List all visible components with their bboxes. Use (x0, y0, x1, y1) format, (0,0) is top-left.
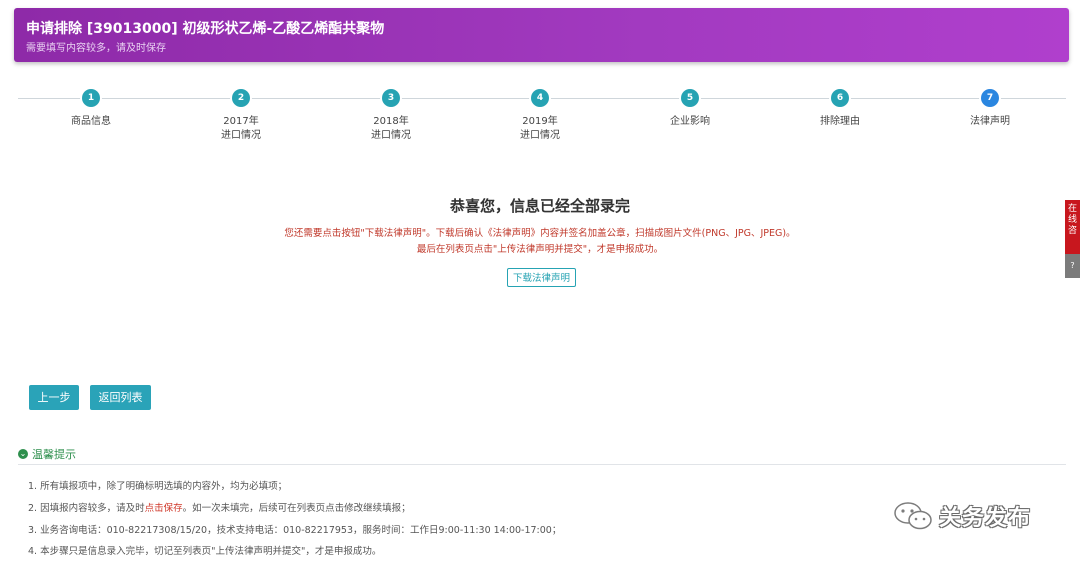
online-consult-tab[interactable]: 在线咨 (1065, 200, 1080, 254)
tips-divider (18, 464, 1066, 465)
tip-highlight-save: 点击保存 (144, 503, 183, 514)
tip-line-2-start: 2. 因填报内容较多，请及时 (28, 503, 145, 514)
step-number: 6 (831, 89, 849, 107)
step-label: 商品信息 (71, 116, 111, 127)
step-label: 2017年 进口情况 (221, 116, 261, 141)
step-5[interactable]: 5 企业影响 (630, 89, 750, 129)
help-tab-label: ? (1070, 261, 1075, 270)
previous-step-button[interactable]: 上一步 (29, 385, 79, 410)
tip-line-1: 1. 所有填报项中，除了明确标明选填的内容外，均为必填项； (28, 481, 288, 492)
chevron-down-circle-icon: ⌄ (18, 449, 28, 459)
step-6[interactable]: 6 排除理由 (780, 89, 900, 129)
step-2[interactable]: 2 2017年 进口情况 (181, 89, 301, 143)
completion-title: 恭喜您，信息已经全部录完 (449, 197, 630, 215)
step-4[interactable]: 4 2019年 进口情况 (480, 89, 600, 143)
step-3[interactable]: 3 2018年 进口情况 (331, 89, 451, 143)
step-number: 3 (382, 89, 400, 107)
tips-header: ⌄ 温馨提示 (18, 446, 76, 462)
page-header: 申请排除 [39013000] 初级形状乙烯-乙酸乙烯酯共聚物 需要填写内容较多… (14, 8, 1069, 62)
step-label: 企业影响 (670, 116, 710, 127)
completion-note-line1: 您还需要点击按钮"下载法律声明"。下载后确认《法律声明》内容并签名加盖公章，扫描… (284, 228, 796, 239)
step-number: 5 (681, 89, 699, 107)
step-label: 2018年 进口情况 (371, 116, 411, 141)
help-tab[interactable]: ? (1065, 254, 1080, 278)
step-label: 2019年 进口情况 (520, 116, 560, 141)
step-7[interactable]: 7 法律声明 (930, 89, 1050, 129)
tip-line-2-end: 。如一次未填完，后续可在列表页点击修改继续填报； (182, 503, 411, 514)
tip-line-3: 3. 业务咨询电话：010-82217308/15/20，技术支持电话：010-… (28, 525, 562, 536)
back-to-list-button[interactable]: 返回列表 (90, 385, 151, 410)
page-subtitle: 需要填写内容较多，请及时保存 (26, 43, 166, 54)
page-title: 申请排除 [39013000] 初级形状乙烯-乙酸乙烯酯共聚物 (26, 21, 385, 37)
step-number: 1 (82, 89, 100, 107)
online-consult-label: 在线咨 (1067, 204, 1077, 236)
watermark: 关务发布 (893, 500, 1031, 532)
step-1[interactable]: 1 商品信息 (31, 89, 151, 129)
wechat-icon (894, 502, 932, 530)
tip-line-4: 4. 本步骤只是信息录入完毕，切记至列表页"上传法律声明并提交"，才是申报成功。 (28, 546, 382, 557)
step-label: 排除理由 (820, 116, 860, 127)
watermark-text: 关务发布 (939, 506, 1032, 531)
completion-note-line2: 最后在列表页点击"上传法律声明并提交"，才是申报成功。 (416, 244, 664, 255)
step-number: 4 (531, 89, 549, 107)
step-label: 法律声明 (970, 116, 1010, 127)
step-number: 7 (981, 89, 999, 107)
tip-line-2: 2. 因填报内容较多，请及时点击保存。如一次未填完，后续可在列表页点击修改继续填… (28, 500, 411, 514)
tips-heading: 温馨提示 (32, 448, 76, 461)
step-number: 2 (232, 89, 250, 107)
download-legal-statement-button[interactable]: 下载法律声明 (507, 268, 576, 287)
